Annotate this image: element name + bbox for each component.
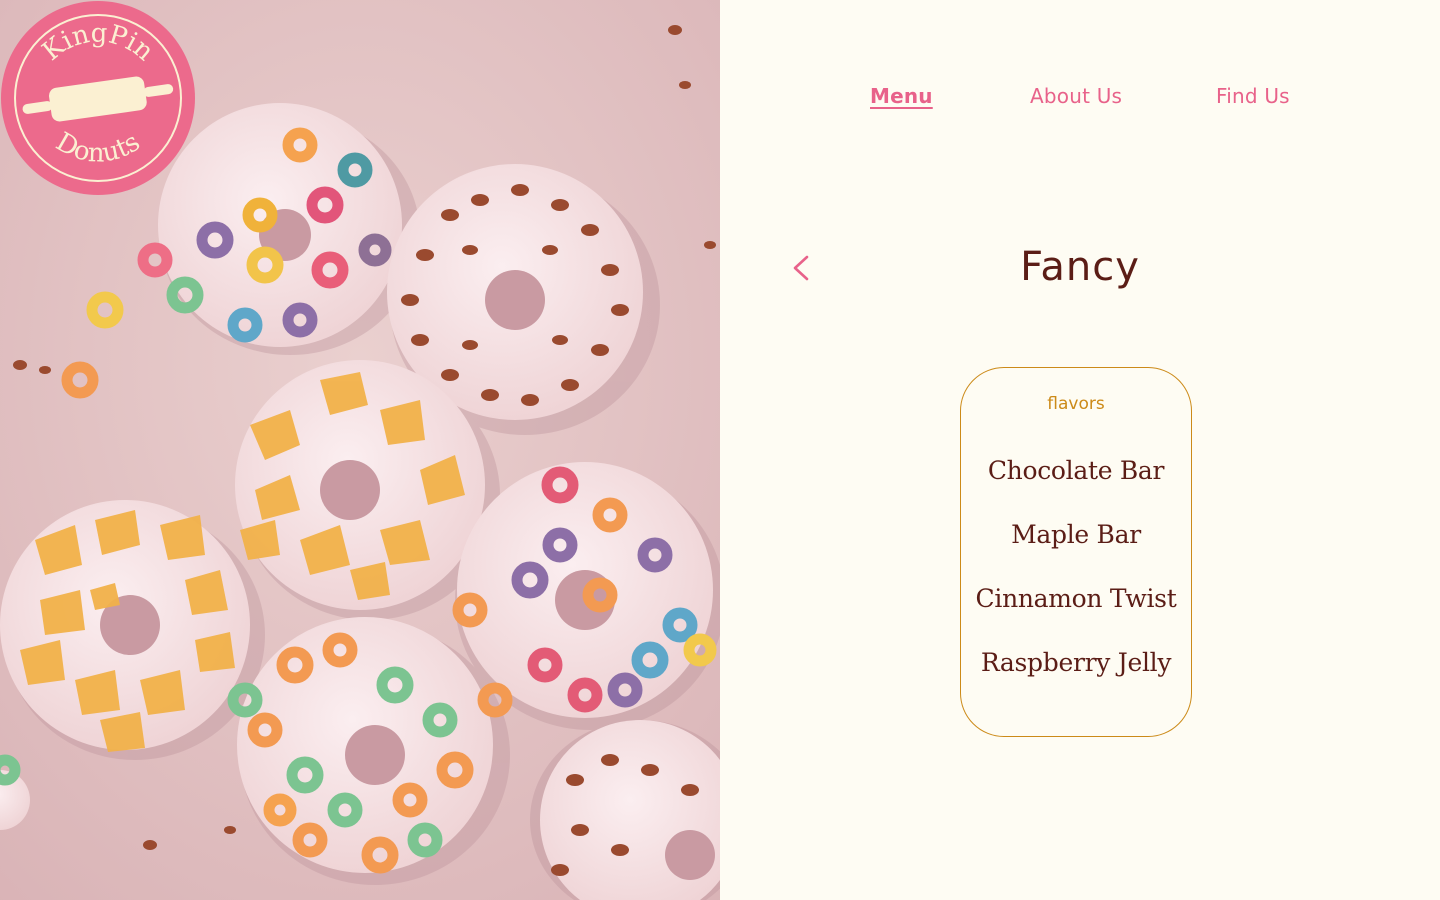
nav-find-us[interactable]: Find Us xyxy=(1216,84,1290,108)
nav-about-us[interactable]: About Us xyxy=(1030,84,1122,108)
flavor-item[interactable]: Raspberry Jelly xyxy=(961,648,1191,677)
main-nav: Menu About Us Find Us xyxy=(720,84,1440,114)
flavor-item[interactable]: Chocolate Bar xyxy=(961,456,1191,485)
page-title: Fancy xyxy=(1020,244,1140,290)
flavors-card: flavors Chocolate Bar Maple Bar Cinnamon… xyxy=(960,367,1192,737)
nav-menu[interactable]: Menu xyxy=(870,84,933,108)
flavors-card-label: flavors xyxy=(1047,394,1105,414)
flavor-item[interactable]: Cinnamon Twist xyxy=(961,584,1191,613)
hero-photo: KingPin Donuts xyxy=(0,0,720,900)
flavor-item[interactable]: Maple Bar xyxy=(961,520,1191,549)
kingpin-donuts-logo[interactable]: KingPin Donuts xyxy=(0,0,196,196)
